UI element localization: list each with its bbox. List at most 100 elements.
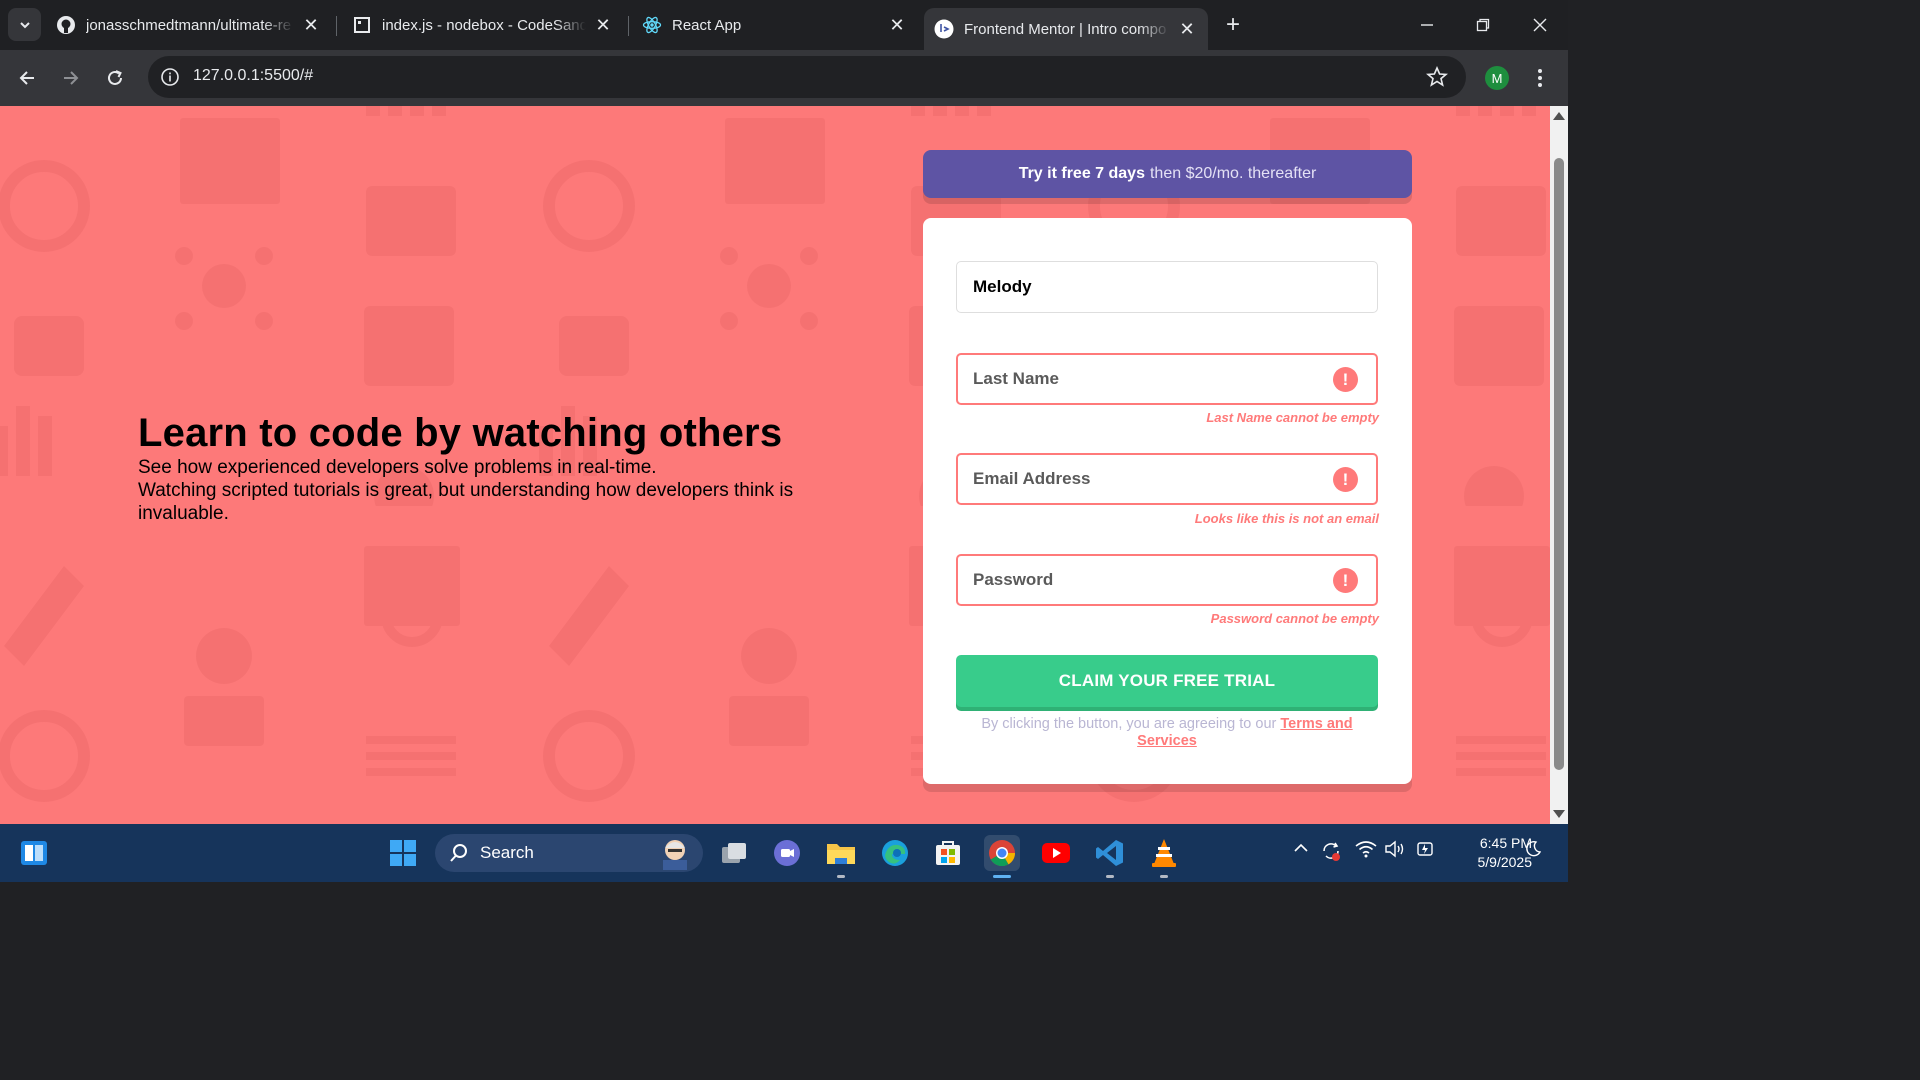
password-placeholder: Password bbox=[973, 570, 1054, 589]
browser-menu-button[interactable] bbox=[1530, 66, 1550, 90]
close-tab-icon[interactable]: ✕ bbox=[592, 14, 614, 36]
system-clock[interactable]: 6:45 PM 5/9/2025 bbox=[1446, 834, 1533, 872]
promo-banner: Try it free 7 days then $20/mo. thereaft… bbox=[923, 150, 1412, 198]
start-button[interactable] bbox=[385, 835, 421, 871]
react-icon bbox=[642, 15, 662, 35]
page-scrollbar[interactable] bbox=[1550, 106, 1568, 824]
tab-separator bbox=[628, 16, 629, 36]
close-window-button[interactable] bbox=[1520, 8, 1560, 42]
last-name-error: Last Name cannot be empty bbox=[1206, 410, 1379, 425]
edge-button[interactable] bbox=[877, 835, 913, 871]
claim-free-trial-button[interactable]: CLAIM YOUR FREE TRIAL bbox=[956, 655, 1378, 707]
password-error: Password cannot be empty bbox=[1210, 611, 1379, 626]
wifi-icon[interactable] bbox=[1355, 840, 1377, 858]
tab-frontend-mentor[interactable]: Frontend Mentor | Intro compo ✕ bbox=[924, 8, 1208, 50]
arrow-left-icon bbox=[19, 71, 34, 85]
close-tab-icon[interactable]: ✕ bbox=[1176, 18, 1198, 40]
youtube-button[interactable] bbox=[1038, 835, 1074, 871]
promo-rest-text: then $20/mo. thereafter bbox=[1149, 165, 1317, 182]
restore-icon bbox=[1476, 18, 1490, 32]
minimize-icon bbox=[1421, 24, 1433, 26]
youtube-icon bbox=[1042, 843, 1070, 863]
site-info-icon[interactable] bbox=[160, 67, 180, 87]
codesandbox-icon bbox=[352, 15, 372, 35]
github-icon bbox=[56, 15, 76, 35]
sync-alert-icon[interactable] bbox=[1320, 840, 1342, 862]
email-input[interactable]: Email Address ! bbox=[956, 453, 1378, 505]
widgets-button[interactable] bbox=[16, 835, 52, 871]
file-explorer-button[interactable] bbox=[823, 835, 859, 878]
restore-button[interactable] bbox=[1463, 8, 1503, 42]
search-label: Search bbox=[480, 843, 534, 862]
new-tab-button[interactable]: + bbox=[1220, 11, 1246, 38]
chat-icon bbox=[774, 840, 800, 866]
tab-codesandbox[interactable]: index.js - nodebox - CodeSandb ✕ bbox=[344, 7, 622, 43]
close-tab-icon[interactable]: ✕ bbox=[886, 14, 908, 36]
battery-charging-icon[interactable] bbox=[1414, 840, 1436, 858]
edge-icon bbox=[882, 840, 908, 866]
email-error: Looks like this is not an email bbox=[1194, 511, 1379, 526]
password-input[interactable]: Password ! bbox=[956, 554, 1378, 606]
chrome-icon bbox=[989, 840, 1016, 867]
scroll-up-arrow-icon[interactable] bbox=[1553, 112, 1565, 120]
tab-separator bbox=[336, 16, 337, 36]
promo-bold-text: Try it free 7 days bbox=[1018, 165, 1145, 182]
folder-icon bbox=[827, 844, 855, 864]
vscode-button[interactable] bbox=[1092, 835, 1128, 878]
hero-title: Learn to code by watching others bbox=[138, 411, 783, 455]
tab-strip: jonasschmedtmann/ultimate-re ✕ index.js … bbox=[0, 0, 1568, 50]
clock-date: 5/9/2025 bbox=[1477, 854, 1533, 870]
vlc-icon bbox=[1152, 839, 1176, 867]
close-tab-icon[interactable]: ✕ bbox=[300, 14, 322, 36]
error-icon: ! bbox=[1333, 467, 1358, 492]
store-icon bbox=[936, 841, 960, 865]
reload-button[interactable] bbox=[99, 62, 131, 94]
error-icon: ! bbox=[1333, 367, 1358, 392]
search-highlight-illustration bbox=[663, 840, 687, 870]
back-button[interactable] bbox=[11, 62, 43, 94]
last-name-placeholder: Last Name bbox=[973, 369, 1059, 388]
task-view-icon bbox=[722, 843, 746, 863]
tab-github[interactable]: jonasschmedtmann/ultimate-re ✕ bbox=[48, 7, 330, 43]
widgets-icon bbox=[21, 841, 47, 865]
forward-button[interactable] bbox=[55, 62, 87, 94]
frontend-mentor-icon bbox=[934, 19, 954, 39]
tab-title: jonasschmedtmann/ultimate-re bbox=[86, 16, 292, 34]
minimize-button[interactable] bbox=[1407, 8, 1447, 42]
more-vertical-icon bbox=[1538, 69, 1542, 87]
store-button[interactable] bbox=[930, 835, 966, 871]
close-icon bbox=[1533, 18, 1547, 32]
task-view-button[interactable] bbox=[716, 835, 752, 871]
tab-title: React App bbox=[672, 16, 742, 34]
tab-title: index.js - nodebox - CodeSandb bbox=[382, 16, 586, 34]
vlc-button[interactable] bbox=[1146, 835, 1182, 878]
taskbar-search[interactable]: Search bbox=[435, 834, 703, 872]
tab-search-button[interactable] bbox=[8, 8, 41, 41]
volume-icon[interactable] bbox=[1384, 840, 1406, 858]
chevron-up-icon[interactable] bbox=[1293, 840, 1309, 856]
page-viewport: Learn to code by watching others See how… bbox=[0, 106, 1550, 824]
running-indicator bbox=[837, 875, 845, 878]
bookmark-star-icon[interactable] bbox=[1426, 66, 1448, 88]
clock-time: 6:45 PM bbox=[1479, 835, 1532, 851]
hero-line-2: Watching scripted tutorials is great, bu… bbox=[138, 480, 794, 524]
browser-toolbar: 127.0.0.1:5500/# M bbox=[0, 50, 1568, 106]
scroll-down-arrow-icon[interactable] bbox=[1553, 810, 1565, 818]
do-not-disturb-moon-icon[interactable] bbox=[1524, 840, 1542, 858]
profile-avatar[interactable]: M bbox=[1485, 66, 1509, 90]
first-name-value: Melody bbox=[973, 277, 1032, 296]
running-indicator bbox=[1160, 875, 1168, 878]
scrollbar-thumb[interactable] bbox=[1554, 158, 1564, 770]
windows-logo-icon bbox=[390, 840, 416, 866]
address-bar[interactable]: 127.0.0.1:5500/# bbox=[148, 56, 1466, 98]
teams-chat-button[interactable] bbox=[769, 835, 805, 871]
first-name-input[interactable]: Melody bbox=[956, 261, 1378, 313]
reload-icon bbox=[108, 70, 122, 85]
chrome-button[interactable] bbox=[984, 835, 1020, 878]
error-icon: ! bbox=[1333, 568, 1358, 593]
last-name-input[interactable]: Last Name ! bbox=[956, 353, 1378, 405]
email-placeholder: Email Address bbox=[973, 469, 1091, 488]
tab-react-app[interactable]: React App ✕ bbox=[634, 7, 916, 43]
signup-form-card: Melody Last Name ! Last Name cannot be e… bbox=[923, 218, 1412, 784]
hero-section: Learn to code by watching others See how… bbox=[138, 410, 838, 525]
